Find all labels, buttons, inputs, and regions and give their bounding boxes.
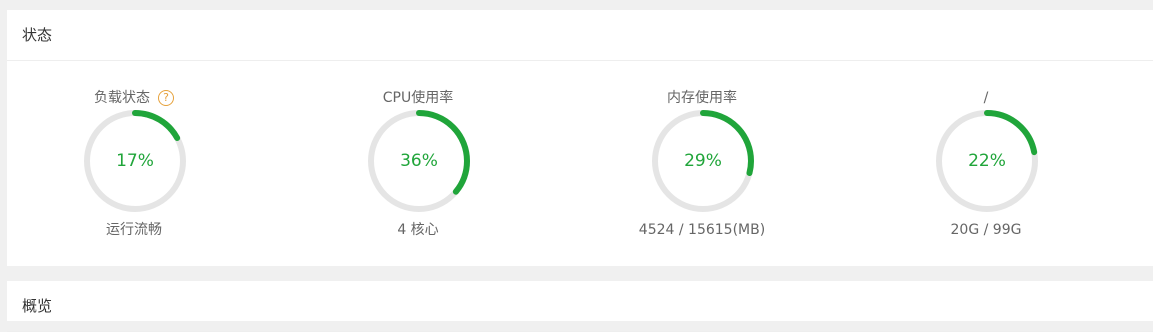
help-icon[interactable]: ? bbox=[158, 90, 174, 106]
gauge-ring: 22% bbox=[934, 108, 1040, 214]
gauge-desc: 4524 / 15615(MB) bbox=[638, 222, 766, 238]
gauge-value: 29% bbox=[684, 151, 722, 171]
gauge-ring: 29% bbox=[650, 108, 756, 214]
gauge-title: / bbox=[983, 90, 989, 106]
overview-panel: 概览 bbox=[7, 281, 1153, 332]
gauge-ring: 36% bbox=[366, 108, 472, 214]
gauge-value: 17% bbox=[116, 151, 154, 171]
gauge-desc: 运行流畅 bbox=[106, 222, 162, 238]
gauge-ring: 17% bbox=[82, 108, 188, 214]
status-panel-title: 状态 bbox=[7, 10, 1153, 61]
gauge-desc: 20G / 99G bbox=[950, 222, 1022, 238]
gauge-title: 内存使用率 bbox=[667, 90, 737, 106]
gauge-title: 负载状态 bbox=[94, 90, 150, 106]
overview-panel-title: 概览 bbox=[7, 281, 1153, 332]
gauge-value: 36% bbox=[400, 151, 438, 171]
gauge-title: CPU使用率 bbox=[382, 90, 454, 106]
status-panel: 状态 负载状态 ? 17% 运行流畅 CPU使用率 36% 4 核心 内存使用率… bbox=[7, 10, 1153, 266]
gauge-value: 22% bbox=[968, 151, 1006, 171]
gauge-desc: 4 核心 bbox=[397, 222, 439, 238]
